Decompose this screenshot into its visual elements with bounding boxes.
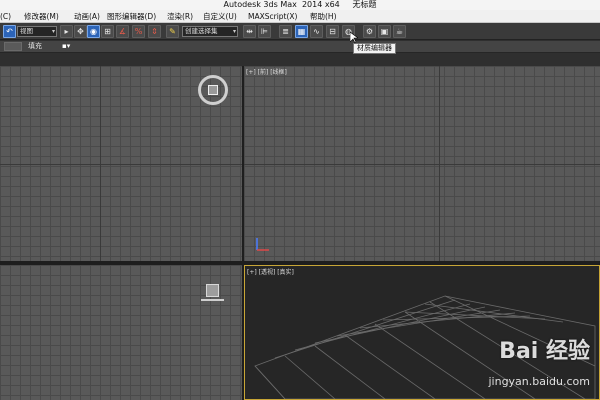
rendered-frame-icon[interactable]: ▣ [378, 25, 391, 38]
grid-axis-line [100, 66, 101, 261]
menu-item-help[interactable]: 帮助(H) [310, 10, 337, 23]
axis-tripod-icon [256, 238, 269, 251]
angle-snap-icon[interactable]: ∡ [116, 25, 129, 38]
reference-coordinate-value: 视图 [20, 27, 33, 35]
menu-bar: (C) 修改器(M) 动画(A) 图形编辑器(D) 渲染(R) 自定义(U) M… [0, 10, 600, 23]
watermark-logo: Bai 经验 [499, 339, 590, 364]
gizmo-circle-icon[interactable] [198, 75, 228, 105]
box-object-icon[interactable] [208, 85, 218, 95]
ribbon-toggle-icon[interactable] [4, 42, 22, 51]
window-title: Autodesk 3ds Max 2014 x64 无标题 [223, 0, 377, 9]
grid-axis-line [439, 66, 440, 261]
object-shadow [201, 299, 224, 301]
viewport-label[interactable]: [+] [前] [线框] [246, 67, 287, 76]
menu-item-graph-editors[interactable]: 图形编辑器(D) [107, 10, 156, 23]
chevron-down-icon: ▾ [51, 28, 55, 35]
viewport-top-right[interactable]: [+] [前] [线框] [244, 66, 600, 261]
viewport-top-left[interactable] [0, 66, 242, 261]
named-selection-value: 创建选择集 [185, 27, 218, 35]
ribbon-bar: 填充 ▪▾ [0, 41, 600, 53]
select-move-icon[interactable]: ✥ [74, 25, 87, 38]
undo-icon[interactable]: ↶ [3, 25, 16, 38]
menu-item-edit[interactable]: (C) [0, 10, 11, 23]
material-editor-tooltip: 材质编辑器 [353, 43, 396, 54]
menu-item-maxscript[interactable]: MAXScript(X) [248, 10, 297, 23]
reference-coordinate-dropdown[interactable]: 视图 ▾ [17, 26, 57, 37]
title-bar: Autodesk 3ds Max 2014 x64 无标题 [0, 0, 600, 10]
box-object-icon[interactable] [206, 284, 219, 297]
chevron-down-icon: ▾ [232, 28, 236, 35]
percent-snap-icon[interactable]: % [132, 25, 145, 38]
layer-manager-icon[interactable]: ≣ [279, 25, 292, 38]
render-setup-icon[interactable]: ⚙ [363, 25, 376, 38]
select-object-icon[interactable]: ▸ [60, 25, 73, 38]
ribbon-pin-icon[interactable]: ▪▾ [62, 41, 70, 52]
graphite-icon[interactable]: ▦ [295, 25, 308, 38]
ribbon-label[interactable]: 填充 [28, 41, 42, 52]
select-rotate-icon[interactable]: ◉ [87, 25, 100, 38]
edit-named-sets-icon[interactable]: ✎ [166, 25, 179, 38]
grid-axis-line [0, 164, 242, 165]
named-selection-dropdown[interactable]: 创建选择集 ▾ [182, 26, 238, 37]
menu-item-animation[interactable]: 动画(A) [74, 10, 100, 23]
menu-item-rendering[interactable]: 渲染(R) [167, 10, 193, 23]
watermark-url: jingyan.baidu.com [488, 375, 590, 388]
menu-item-customize[interactable]: 自定义(U) [203, 10, 237, 23]
align-icon[interactable]: ⊫ [258, 25, 271, 38]
schematic-view-icon[interactable]: ⊟ [326, 25, 339, 38]
curve-editor-icon[interactable]: ∿ [310, 25, 323, 38]
viewport-bottom-left[interactable] [0, 265, 242, 400]
mouse-cursor-icon [350, 32, 358, 44]
grid-axis-line [244, 164, 600, 165]
baidu-watermark: Bai 经验 jingyan.baidu.com [450, 333, 590, 393]
spinner-snap-icon[interactable]: ⇕ [148, 25, 161, 38]
teapot-icon[interactable]: ☕ [393, 25, 406, 38]
mirror-icon[interactable]: ⇹ [243, 25, 256, 38]
main-toolbar: ↶ 视图 ▾ ▸ ✥ ◉ ⊞ ∡ % ⇕ ✎ 创建选择集 ▾ ⇹ ⊫ ≣ ▦ ∿… [0, 23, 600, 40]
menu-item-modifiers[interactable]: 修改器(M) [24, 10, 59, 23]
use-pivot-icon[interactable]: ⊞ [101, 25, 114, 38]
